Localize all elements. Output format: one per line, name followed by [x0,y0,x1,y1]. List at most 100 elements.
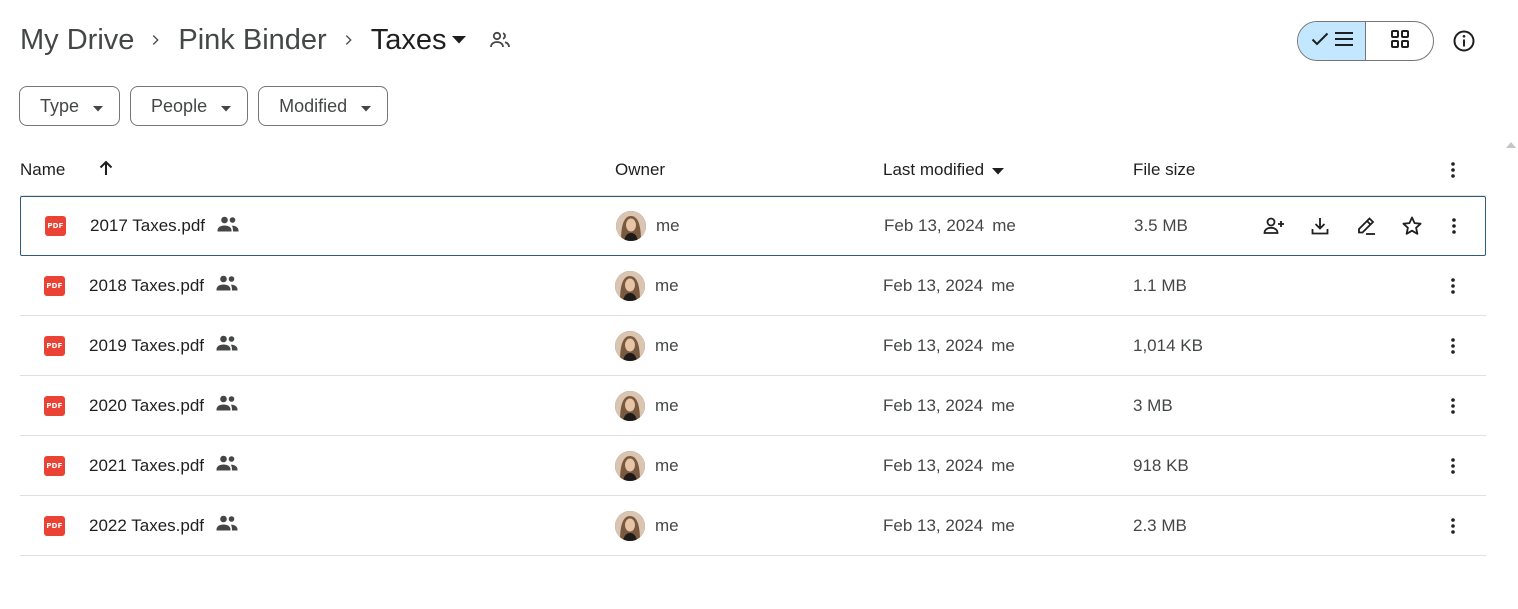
more-vert-icon[interactable] [1443,144,1463,196]
chevron-right-icon [134,32,178,48]
more-vert-icon[interactable] [1443,496,1463,555]
file-name[interactable]: 2018 Taxes.pdf [89,276,204,296]
last-modified-cell: Feb 13, 2024 me [883,436,1015,495]
file-size: 918 KB [1133,455,1189,475]
scroll-up-indicator[interactable] [1506,142,1516,148]
grid-icon [1390,29,1409,53]
pdf-icon: PDF [44,515,65,536]
last-modified-column-header[interactable]: Last modified [883,144,1005,196]
chevron-right-icon [327,32,371,48]
name-cell: PDF 2022 Taxes.pdf [44,496,238,555]
table-row[interactable]: PDF 2020 Taxes.pdf me Feb 13, 2024 me 3 … [20,376,1486,436]
pdf-icon: PDF [44,395,65,416]
file-size-cell: 1,014 KB [1133,316,1203,375]
file-name[interactable]: 2017 Taxes.pdf [90,216,205,236]
more-vert-icon[interactable] [1443,436,1463,495]
arrow-up-icon[interactable] [97,159,115,182]
shared-folder-icon[interactable] [488,28,512,52]
modified-date: Feb 13, 2024 [883,335,984,355]
last-modified-cell: Feb 13, 2024 me [883,256,1015,315]
more-vert-icon[interactable] [1443,256,1463,315]
caret-down-icon[interactable] [452,36,467,44]
file-size-cell: 3 MB [1133,376,1173,435]
view-toggle [1297,21,1434,61]
people-icon [216,335,238,356]
name-cell: PDF 2018 Taxes.pdf [44,256,238,315]
file-size: 3 MB [1133,395,1173,415]
table-row[interactable]: PDF 2019 Taxes.pdf me Feb 13, 2024 me 1,… [20,316,1486,376]
avatar [615,330,645,361]
owner-name: me [655,335,679,355]
modified-date: Feb 13, 2024 [883,275,984,295]
modified-date: Feb 13, 2024 [883,395,984,415]
file-size-column-header[interactable]: File size [1133,144,1195,196]
file-name[interactable]: 2022 Taxes.pdf [89,516,204,536]
table-row[interactable]: PDF 2017 Taxes.pdf me Feb 13, 2024 me 3.… [20,196,1486,256]
table-row[interactable]: PDF 2022 Taxes.pdf me Feb 13, 2024 me 2.… [20,496,1486,556]
more-vert-icon[interactable] [1444,197,1464,255]
caret-down-icon [221,96,232,117]
modified-by: me [991,335,1015,355]
more-vert-icon[interactable] [1443,376,1463,435]
breadcrumb-my-drive[interactable]: My Drive [20,20,134,60]
type-filter-chip[interactable]: Type [19,86,121,126]
people-icon [216,275,238,296]
owner-column-header[interactable]: Owner [615,144,665,196]
owner-cell: me [615,376,679,435]
rename-icon[interactable] [1353,213,1379,239]
pdf-icon: PDF [45,216,66,236]
people-icon [216,395,238,416]
breadcrumb-taxes[interactable]: Taxes [371,20,447,60]
modified-filter-chip[interactable]: Modified [258,86,389,126]
owner-cell: me [615,436,679,495]
file-size: 1.1 MB [1133,275,1187,295]
more-vert-icon[interactable] [1443,316,1463,375]
table-row[interactable]: PDF 2021 Taxes.pdf me Feb 13, 2024 me 91… [20,436,1486,496]
name-column-header[interactable]: Name [20,144,115,196]
people-filter-chip[interactable]: People [130,86,249,126]
last-modified-cell: Feb 13, 2024 me [883,496,1015,555]
people-icon [216,515,238,536]
filter-chips: Type People Modified [19,86,389,126]
avatar [615,270,645,301]
table-row[interactable]: PDF 2018 Taxes.pdf me Feb 13, 2024 me 1.… [20,256,1486,316]
breadcrumb-pink-binder[interactable]: Pink Binder [178,20,326,60]
chip-label: People [151,95,208,116]
modified-by: me [991,395,1015,415]
modified-by: me [992,216,1016,235]
owner-name: me [655,395,679,415]
caret-down-icon [361,96,372,117]
caret-down-icon [93,96,104,117]
owner-cell: me [615,496,679,555]
list-icon [1334,31,1353,51]
file-name[interactable]: 2019 Taxes.pdf [89,336,204,356]
name-cell: PDF 2017 Taxes.pdf [45,197,239,255]
owner-name: me [656,216,680,235]
list-view-button[interactable] [1298,22,1366,60]
name-cell: PDF 2021 Taxes.pdf [44,436,238,495]
file-size: 2.3 MB [1133,515,1187,535]
file-table: Name Owner Last modified File size PDF 2… [20,144,1486,556]
owner-cell: me [616,197,680,255]
people-icon [216,455,238,476]
file-name[interactable]: 2020 Taxes.pdf [89,396,204,416]
caret-down-icon [992,160,1005,180]
chip-label: Type [40,95,80,116]
download-icon[interactable] [1307,213,1333,239]
owner-name: me [655,455,679,475]
last-modified-cell: Feb 13, 2024 me [884,197,1016,255]
modified-date: Feb 13, 2024 [884,216,985,235]
last-modified-cell: Feb 13, 2024 me [883,376,1015,435]
info-icon[interactable] [1451,28,1477,54]
file-size-cell: 918 KB [1133,436,1189,495]
owner-cell: me [615,256,679,315]
pdf-icon: PDF [44,275,65,296]
row-actions [1261,197,1425,255]
people-icon [217,216,239,237]
share-person-add-icon[interactable] [1261,213,1287,239]
star-icon[interactable] [1399,213,1425,239]
grid-view-button[interactable] [1366,22,1433,60]
owner-name: me [655,515,679,535]
file-name[interactable]: 2021 Taxes.pdf [89,456,204,476]
file-size: 3.5 MB [1134,216,1188,235]
